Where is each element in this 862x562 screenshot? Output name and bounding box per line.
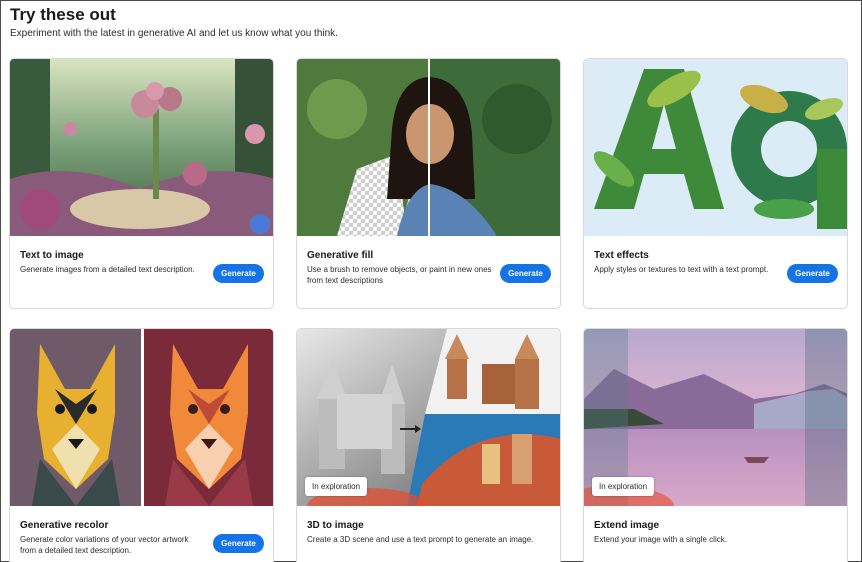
card-description: Extend your image with a single click. bbox=[594, 535, 727, 544]
card-title: Text effects bbox=[594, 250, 649, 261]
fantasy-garden-image bbox=[10, 59, 273, 236]
card-description: Generate images from a detailed text des… bbox=[20, 265, 195, 274]
dog-vector-image bbox=[10, 329, 273, 506]
lake-mountain-image: In exploration bbox=[584, 329, 847, 506]
generate-button[interactable]: Generate bbox=[787, 264, 838, 283]
generate-button[interactable]: Generate bbox=[213, 534, 264, 553]
page-subtitle: Experiment with the latest in generative… bbox=[10, 28, 338, 39]
exploration-badge: In exploration bbox=[305, 477, 368, 496]
card-title: Text to image bbox=[20, 250, 84, 261]
card-title: Generative fill bbox=[307, 250, 374, 261]
card-text-to-image[interactable]: Text to image Generate images from a det… bbox=[9, 58, 274, 309]
card-description: Generate color variations of your vector… bbox=[20, 535, 189, 555]
card-title: 3D to image bbox=[307, 520, 364, 531]
generate-button[interactable]: Generate bbox=[213, 264, 264, 283]
card-title: Generative recolor bbox=[20, 520, 109, 531]
page-title: Try these out bbox=[10, 5, 116, 24]
leafy-letters-image bbox=[584, 59, 847, 236]
card-3d-to-image[interactable]: In exploration 3D to image Create a 3D s… bbox=[296, 328, 561, 562]
card-generative-recolor[interactable]: Generative recolor Generate color variat… bbox=[9, 328, 274, 562]
card-extend-image[interactable]: In exploration Extend image Extend your … bbox=[583, 328, 848, 562]
card-generative-fill[interactable]: Generative fill Use a brush to remove ob… bbox=[296, 58, 561, 309]
card-title: Extend image bbox=[594, 520, 660, 531]
exploration-badge: In exploration bbox=[592, 477, 655, 496]
woman-portrait-image bbox=[297, 59, 560, 236]
card-text-effects[interactable]: Text effects Apply styles or textures to… bbox=[583, 58, 848, 309]
card-description: Use a brush to remove objects, or paint … bbox=[307, 265, 492, 285]
card-description: Create a 3D scene and use a text prompt … bbox=[307, 535, 534, 544]
card-description: Apply styles or textures to text with a … bbox=[594, 265, 769, 274]
castle-3d-image: In exploration bbox=[297, 329, 560, 506]
generate-button[interactable]: Generate bbox=[500, 264, 551, 283]
